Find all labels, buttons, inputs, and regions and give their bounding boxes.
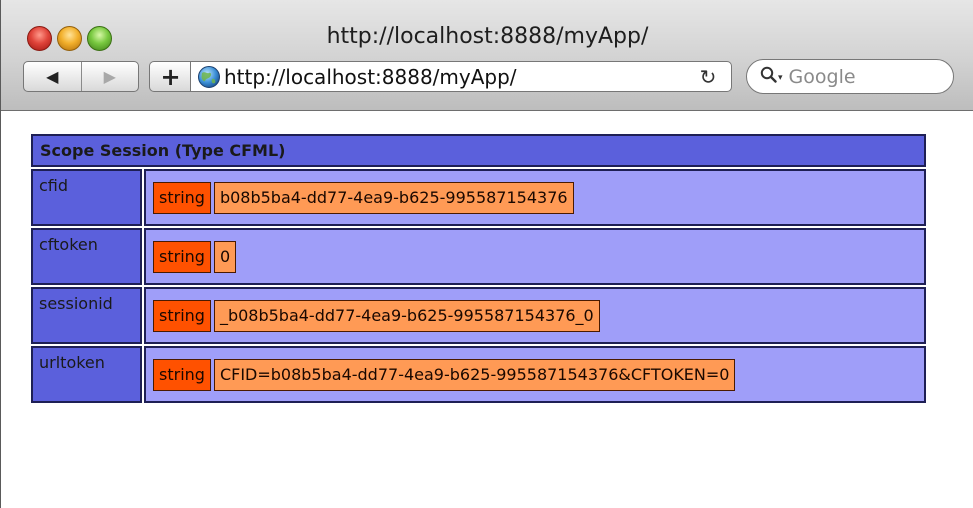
- value-text: 0: [213, 240, 237, 273]
- search-field[interactable]: ▾ Google: [746, 59, 954, 94]
- variable-value: string _b08b5ba4-dd77-4ea9-b625-99558715…: [153, 299, 600, 332]
- table-row: cftoken string 0: [31, 228, 926, 285]
- value-cell: string b08b5ba4-dd77-4ea9-b625-995587154…: [144, 169, 926, 226]
- type-badge: string: [153, 240, 211, 273]
- search-placeholder: Google: [788, 65, 856, 88]
- url-text[interactable]: http://localhost:8888/myApp/: [224, 65, 697, 89]
- key-cell[interactable]: sessionid: [31, 287, 142, 344]
- type-badge: string: [153, 299, 211, 332]
- search-icon: [760, 66, 777, 87]
- value-cell: string _b08b5ba4-dd77-4ea9-b625-99558715…: [144, 287, 926, 344]
- forward-button[interactable]: ▶: [82, 62, 139, 91]
- dump-title[interactable]: Scope Session (Type CFML): [31, 134, 926, 167]
- browser-toolbar: http://localhost:8888/myApp/ ◀ ▶ + http:…: [1, 0, 973, 111]
- window-title: http://localhost:8888/myApp/: [326, 24, 649, 49]
- type-badge: string: [153, 358, 211, 391]
- forward-arrow-icon: ▶: [103, 67, 116, 86]
- value-text: _b08b5ba4-dd77-4ea9-b625-995587154376_0: [213, 299, 600, 332]
- page-content: Scope Session (Type CFML) cfid string b0…: [1, 111, 973, 508]
- variable-value: string 0: [153, 240, 237, 273]
- back-arrow-icon: ◀: [46, 67, 59, 86]
- value-text: CFID=b08b5ba4-dd77-4ea9-b625-99558715437…: [213, 358, 736, 391]
- variable-value: string b08b5ba4-dd77-4ea9-b625-995587154…: [153, 181, 574, 214]
- globe-icon: [197, 65, 221, 89]
- navigation-buttons: ◀ ▶: [23, 61, 139, 92]
- key-cell[interactable]: cftoken: [31, 228, 142, 285]
- reload-icon[interactable]: ↻: [697, 65, 719, 89]
- table-row: urltoken string CFID=b08b5ba4-dd77-4ea9-…: [31, 346, 926, 403]
- search-dropdown-icon[interactable]: ▾: [778, 73, 783, 83]
- key-cell[interactable]: cfid: [31, 169, 142, 226]
- add-bookmark-button[interactable]: +: [149, 61, 191, 92]
- session-dump-table: Scope Session (Type CFML) cfid string b0…: [29, 132, 928, 405]
- value-cell: string CFID=b08b5ba4-dd77-4ea9-b625-9955…: [144, 346, 926, 403]
- type-badge: string: [153, 181, 211, 214]
- value-cell: string 0: [144, 228, 926, 285]
- plus-icon: +: [160, 62, 181, 91]
- table-row: sessionid string _b08b5ba4-dd77-4ea9-b62…: [31, 287, 926, 344]
- browser-window: http://localhost:8888/myApp/ ◀ ▶ + http:…: [0, 0, 973, 508]
- address-bar[interactable]: http://localhost:8888/myApp/ ↻: [190, 61, 732, 92]
- key-cell[interactable]: urltoken: [31, 346, 142, 403]
- table-row: cfid string b08b5ba4-dd77-4ea9-b625-9955…: [31, 169, 926, 226]
- variable-value: string CFID=b08b5ba4-dd77-4ea9-b625-9955…: [153, 358, 736, 391]
- back-button[interactable]: ◀: [24, 62, 82, 91]
- value-text: b08b5ba4-dd77-4ea9-b625-995587154376: [213, 181, 574, 214]
